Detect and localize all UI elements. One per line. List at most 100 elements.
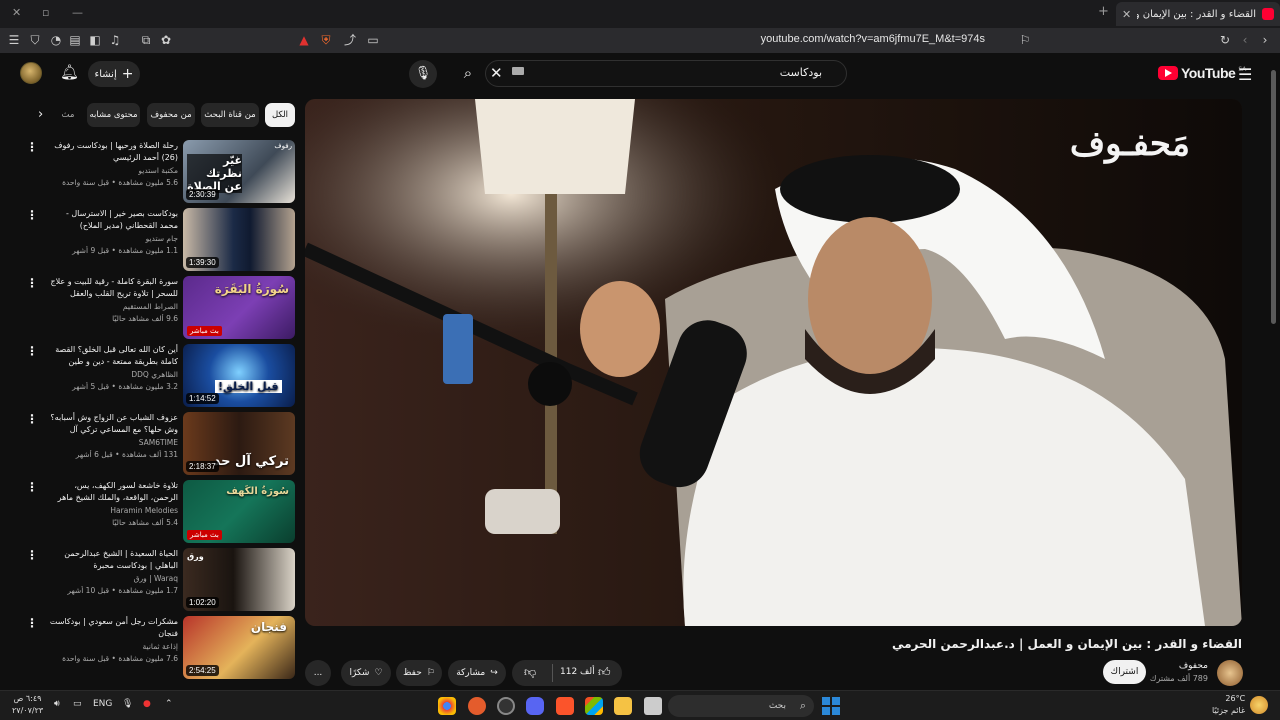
video-title[interactable]: رحلة الصلاة ورحيها | بودكاست رفوف (26) أ… bbox=[46, 140, 178, 164]
taskbar-clock[interactable]: ٦:٤٩ ص ٢٧/٠٧/٢٣ bbox=[12, 693, 43, 717]
share-button[interactable]: مشاركة ↪ bbox=[448, 660, 506, 686]
notifications-bell-icon[interactable]: 🔔︎ bbox=[60, 63, 79, 81]
chip-similar[interactable]: محتوى مشابه bbox=[87, 103, 140, 127]
video-title[interactable]: الحياة السعيدة | الشيخ عبدالرحمن الباهلي… bbox=[46, 548, 178, 572]
video-thumbnail[interactable]: قبل الخلق! 1:14:52 bbox=[183, 344, 295, 407]
discord-icon[interactable] bbox=[526, 697, 544, 715]
start-windows-icon[interactable] bbox=[822, 697, 840, 715]
tab-close-icon[interactable]: ✕ bbox=[1122, 8, 1131, 21]
chip-more[interactable]: مث bbox=[58, 103, 78, 127]
video-title[interactable]: أين كان الله تعالى قبل الخلق؟ القصة كامل… bbox=[46, 344, 178, 368]
channel-name[interactable]: Waraq | ورق bbox=[46, 574, 178, 583]
video-thumbnail[interactable]: فنجان 2:54:25 bbox=[183, 616, 295, 679]
video-thumbnail[interactable]: ورق 1:02:20 bbox=[183, 548, 295, 611]
create-button[interactable]: إنشاء + bbox=[88, 61, 140, 87]
list-item[interactable]: فنجان 2:54:25 مشكرات رجل أمن سعودي | بود… bbox=[14, 616, 296, 680]
brave-rewards-icon[interactable]: ▲ bbox=[296, 32, 312, 48]
tray-app-icon[interactable]: ● bbox=[143, 699, 151, 709]
list-item[interactable]: تركي آل حد 2:18:37 عزوف الشباب عن الزواج… bbox=[14, 412, 296, 476]
screenshot-icon[interactable]: ⧉ bbox=[138, 32, 154, 48]
channel-name[interactable]: مكتبة استديو bbox=[46, 166, 178, 175]
chevron-left-icon[interactable]: › bbox=[38, 107, 43, 122]
share-icon[interactable]: ⤴ bbox=[342, 32, 358, 48]
video-title[interactable]: بودكاست بصير خير | الاسترسال - محمد القح… bbox=[46, 208, 178, 232]
bookmark-icon[interactable]: ⚐ bbox=[1017, 32, 1033, 48]
video-thumbnail[interactable]: 1:39:30 bbox=[183, 208, 295, 271]
reload-icon[interactable]: ↻ bbox=[1217, 32, 1233, 48]
new-tab-button[interactable]: + bbox=[1098, 4, 1109, 19]
brave-shields-icon[interactable]: ⛨ bbox=[318, 32, 334, 48]
chip-from-search[interactable]: من قناة البحث bbox=[201, 103, 259, 127]
page-scrollbar[interactable] bbox=[1271, 70, 1276, 324]
back-icon[interactable]: ‹ bbox=[1237, 32, 1253, 48]
maximize-window-icon[interactable]: ▫ bbox=[42, 6, 49, 19]
show-hidden-icons-icon[interactable]: ⌃ bbox=[165, 699, 173, 709]
reader-icon[interactable]: ▤ bbox=[67, 32, 83, 48]
menu-icon[interactable]: ☰ bbox=[6, 32, 22, 48]
channel-name[interactable]: محفوف bbox=[1179, 661, 1208, 671]
video-title[interactable]: سورة البقرة كاملة - رقية للبيت و علاج لل… bbox=[46, 276, 178, 300]
voice-search-mic-icon[interactable]: 🎙︎ bbox=[409, 60, 437, 88]
address-bar[interactable]: youtube.com/watch?v=am6jfmu7E_M&t=974s bbox=[700, 33, 985, 45]
more-actions-button[interactable]: ... bbox=[305, 660, 331, 686]
channel-name[interactable]: SAM6TIME bbox=[46, 438, 178, 447]
input-language[interactable]: ENG bbox=[93, 699, 112, 709]
video-player[interactable]: مَحفـوف bbox=[305, 99, 1242, 626]
save-button[interactable]: حفظ ⚐ bbox=[396, 660, 442, 686]
video-title[interactable]: عزوف الشباب عن الزواج وش أسبابه؟ وش حلها… bbox=[46, 412, 178, 436]
taskbar-search[interactable]: بحث ⌕ bbox=[668, 695, 814, 717]
store-icon[interactable] bbox=[585, 697, 603, 715]
list-item[interactable]: سُورَةُ الكَهف بث مباشر تلاوة خاشعة لسور… bbox=[14, 480, 296, 544]
video-title[interactable]: مشكرات رجل أمن سعودي | بودكاست فنجان bbox=[46, 616, 178, 640]
list-item[interactable]: ورق 1:02:20 الحياة السعيدة | الشيخ عبدال… bbox=[14, 548, 296, 612]
keyboard-icon[interactable] bbox=[512, 67, 524, 75]
subscribe-button[interactable]: اشتراك bbox=[1103, 660, 1146, 684]
close-window-icon[interactable]: ✕ bbox=[12, 6, 21, 19]
like-icon[interactable]: 👍︎ bbox=[598, 665, 611, 680]
thanks-button[interactable]: شكرًا ♡ bbox=[341, 660, 391, 686]
cast-icon[interactable]: ▭ bbox=[365, 32, 381, 48]
chip-all[interactable]: الكل bbox=[265, 103, 295, 127]
channel-name[interactable]: جام ستديو bbox=[46, 234, 178, 243]
youtube-logo[interactable]: YouTube SA bbox=[1158, 65, 1246, 81]
network-icon[interactable]: ▭ bbox=[73, 699, 82, 709]
mic-tray-icon[interactable]: 🎙︎ bbox=[122, 699, 133, 709]
channel-name[interactable]: الصراط المستقيم bbox=[46, 302, 178, 311]
more-actions-icon[interactable]: ⋮ bbox=[26, 412, 38, 426]
brave-icon[interactable] bbox=[556, 697, 574, 715]
app-icon[interactable] bbox=[468, 697, 486, 715]
forward-icon[interactable]: › bbox=[1257, 32, 1273, 48]
shield-icon[interactable]: ⛉ bbox=[27, 32, 43, 48]
account-avatar[interactable] bbox=[20, 62, 42, 84]
file-explorer-icon[interactable] bbox=[614, 697, 632, 715]
list-item[interactable]: 1:39:30 بودكاست بصير خير | الاسترسال - م… bbox=[14, 208, 296, 272]
clear-search-icon[interactable]: ✕ bbox=[490, 64, 503, 82]
channel-name[interactable]: Haramin Melodies bbox=[46, 506, 178, 515]
channel-name[interactable]: إذاعة ثمانية bbox=[46, 642, 178, 651]
video-thumbnail[interactable]: غيّر نظرتك عن الصلاة رفوف 2:30:39 bbox=[183, 140, 295, 203]
dislike-icon[interactable]: 👎︎ bbox=[524, 665, 536, 680]
browser-tab[interactable]: القضاء و القدر : بين الإيمان و الع ✕ bbox=[1116, 2, 1280, 26]
more-actions-icon[interactable]: ⋮ bbox=[26, 548, 38, 562]
channel-avatar[interactable] bbox=[1217, 660, 1243, 686]
history-icon[interactable]: ◔ bbox=[48, 32, 64, 48]
minimize-window-icon[interactable]: — bbox=[72, 6, 83, 19]
more-actions-icon[interactable]: ⋮ bbox=[26, 140, 38, 154]
more-actions-icon[interactable]: ⋮ bbox=[26, 480, 38, 494]
video-title[interactable]: تلاوة خاشعة لسور الكهف، يس، الرحمن، الوا… bbox=[46, 480, 178, 504]
list-item[interactable]: غيّر نظرتك عن الصلاة رفوف 2:30:39 رحلة ا… bbox=[14, 140, 296, 204]
more-actions-icon[interactable]: ⋮ bbox=[26, 344, 38, 358]
channel-name[interactable]: الظاهري DDQ bbox=[46, 370, 178, 379]
weather-widget[interactable]: 26°C غائم جزئيًا bbox=[1212, 693, 1245, 717]
task-view-icon[interactable] bbox=[644, 697, 662, 715]
search-button[interactable]: ⌕ bbox=[449, 60, 487, 87]
guide-menu-icon[interactable]: ☰ bbox=[1238, 65, 1252, 84]
more-actions-icon[interactable]: ⋮ bbox=[26, 276, 38, 290]
chrome-icon[interactable] bbox=[438, 697, 456, 715]
chip-from-channel[interactable]: من محفوف bbox=[147, 103, 195, 127]
video-thumbnail[interactable]: تركي آل حد 2:18:37 bbox=[183, 412, 295, 475]
music-icon[interactable]: ♫ bbox=[107, 32, 123, 48]
search-input[interactable]: بودكاست bbox=[485, 60, 847, 87]
more-actions-icon[interactable]: ⋮ bbox=[26, 208, 38, 222]
list-item[interactable]: سُورَةُ البَقَرَة بث مباشر سورة البقرة ك… bbox=[14, 276, 296, 340]
